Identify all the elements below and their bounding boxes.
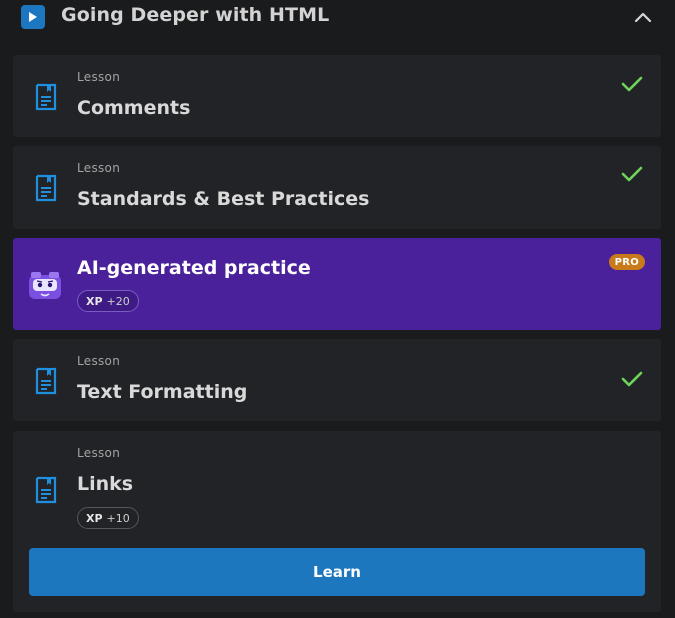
- section-title: Going Deeper with HTML: [61, 4, 330, 26]
- xp-label: XP: [86, 294, 103, 308]
- course-section: Going Deeper with HTML Lesson Comments L…: [0, 0, 675, 618]
- lesson-document-icon: [35, 476, 57, 504]
- lesson-card-standards[interactable]: Lesson Standards & Best Practices: [13, 146, 661, 229]
- checkmark-icon: [621, 371, 643, 387]
- lesson-document-icon: [35, 83, 57, 111]
- xp-label: XP: [86, 511, 103, 525]
- lesson-type-label: Lesson: [77, 161, 121, 175]
- lesson-document-icon: [35, 367, 57, 395]
- ai-practice-card[interactable]: AI-generated practice PRO XP +20: [13, 238, 661, 330]
- checkmark-icon: [621, 76, 643, 92]
- lesson-title: Text Formatting: [77, 381, 248, 403]
- xp-value: +20: [106, 294, 130, 308]
- lesson-title: Comments: [77, 97, 191, 119]
- pro-badge: PRO: [608, 254, 645, 270]
- section-header[interactable]: Going Deeper with HTML: [0, 0, 675, 38]
- lesson-document-icon: [35, 174, 57, 202]
- ai-bot-avatar-icon: [29, 272, 61, 299]
- lesson-title: Links: [77, 473, 134, 495]
- xp-value: +10: [106, 511, 130, 525]
- lesson-card-comments[interactable]: Lesson Comments: [13, 55, 661, 137]
- lesson-title: Standards & Best Practices: [77, 188, 370, 210]
- learn-button[interactable]: Learn: [29, 548, 645, 596]
- lesson-type-label: Lesson: [77, 354, 121, 368]
- chevron-up-icon[interactable]: [633, 8, 653, 26]
- lesson-type-label: Lesson: [77, 70, 121, 84]
- checkmark-icon: [621, 166, 643, 182]
- xp-pill: XP +20: [77, 290, 139, 312]
- play-icon: [21, 5, 45, 29]
- lesson-card-text-formatting[interactable]: Lesson Text Formatting: [13, 339, 661, 421]
- lesson-type-label: Lesson: [77, 446, 121, 460]
- practice-title: AI-generated practice: [77, 257, 311, 279]
- xp-pill: XP +10: [77, 507, 139, 529]
- lesson-card-links[interactable]: Lesson Links XP +10 Learn: [13, 431, 661, 612]
